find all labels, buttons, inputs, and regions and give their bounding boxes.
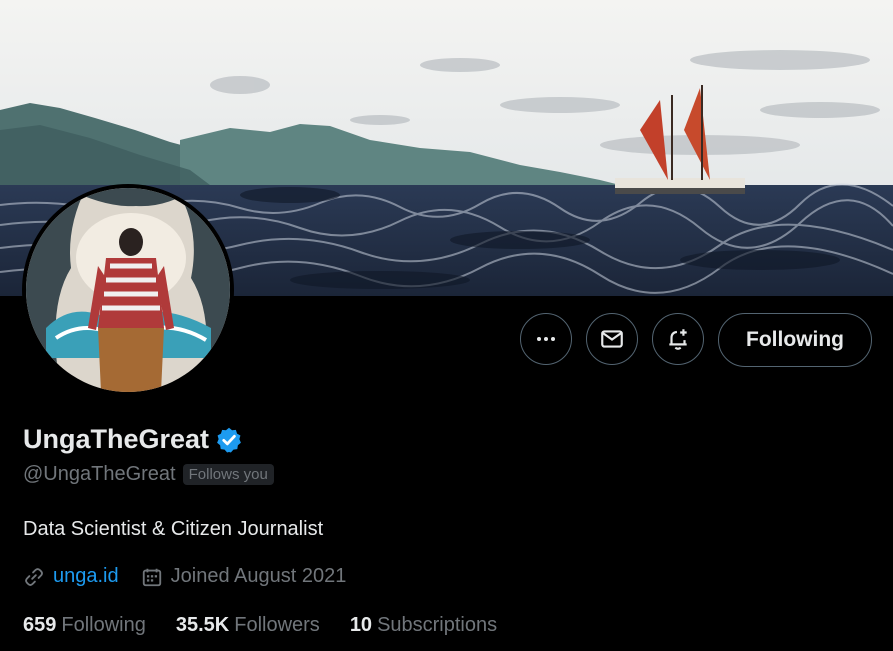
profile-bio: Data Scientist & Citizen Journalist — [23, 518, 324, 540]
verified-badge-icon[interactable] — [215, 426, 243, 454]
stat-subscriptions[interactable]: 10 Subscriptions — [350, 614, 497, 637]
profile-stats: 659 Following 35.5K Followers 10 Subscri… — [23, 614, 527, 637]
following-count: 659 — [23, 614, 57, 636]
message-button[interactable] — [586, 313, 638, 365]
more-button[interactable] — [520, 313, 572, 365]
follows-you-badge: Follows you — [182, 464, 274, 485]
stat-following[interactable]: 659 Following — [23, 614, 146, 637]
subscriptions-label: Subscriptions — [377, 614, 498, 636]
following-button[interactable]: Following — [718, 313, 872, 367]
calendar-icon — [142, 568, 161, 586]
following-label: Following — [61, 614, 146, 636]
notifications-button[interactable] — [652, 313, 704, 365]
avatar-image — [26, 188, 230, 392]
followers-count: 35.5K — [175, 614, 230, 636]
user-handle: @UngaTheGreat — [23, 463, 176, 485]
avatar[interactable] — [26, 188, 230, 392]
handle-row: @UngaTheGreat Follows you — [23, 463, 274, 486]
stat-followers[interactable]: 35.5K Followers — [176, 614, 320, 637]
profile-name-row: UngaTheGreat — [23, 424, 243, 455]
profile-meta: unga.id Joined August 2021 — [23, 565, 346, 588]
avatar-frame[interactable] — [22, 184, 234, 396]
link-icon — [25, 567, 43, 586]
subscriptions-count: 10 — [349, 614, 373, 636]
followers-label: Followers — [234, 614, 320, 636]
more-horizontal-icon — [537, 337, 555, 341]
website-item[interactable]: unga.id — [23, 565, 119, 588]
joined-item: Joined August 2021 — [141, 565, 347, 588]
envelope-icon — [601, 330, 623, 348]
display-name: UngaTheGreat — [23, 424, 210, 454]
bell-plus-icon — [669, 329, 687, 350]
website-link[interactable]: unga.id — [53, 565, 119, 588]
joined-date: Joined August 2021 — [170, 565, 347, 587]
